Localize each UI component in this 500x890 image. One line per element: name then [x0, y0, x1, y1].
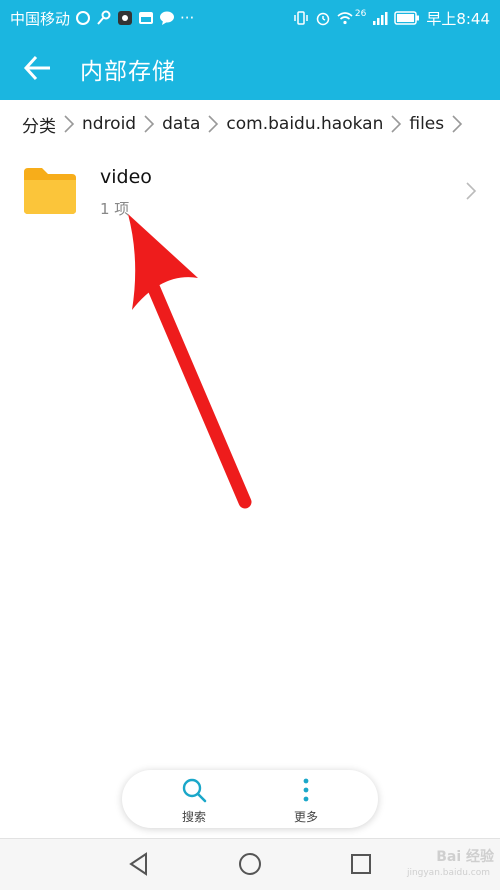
- more-label: 更多: [293, 810, 318, 824]
- more-button[interactable]: 更多: [266, 776, 346, 825]
- chevron-right-icon: [466, 182, 477, 200]
- more-notifications-icon: ···: [180, 9, 195, 27]
- chevron-right-icon: [144, 115, 155, 133]
- message-icon: [160, 11, 175, 25]
- gallery-notification-icon: [139, 12, 154, 24]
- search-button[interactable]: 搜索: [154, 776, 234, 825]
- nav-home-icon[interactable]: [237, 851, 263, 877]
- battery-icon: [394, 11, 420, 25]
- nav-back-icon[interactable]: [126, 851, 152, 877]
- breadcrumb-item-files[interactable]: files: [403, 114, 450, 134]
- network-type-label: 26: [354, 9, 367, 19]
- breadcrumb: 分类 ndroid data com.baidu.haokan files: [0, 100, 500, 148]
- search-label: 搜索: [181, 810, 206, 824]
- bottom-action-bar: 搜索 更多: [122, 770, 378, 828]
- status-right: 26 早上8:44: [293, 0, 490, 36]
- clock-time: 早上8:44: [426, 9, 490, 28]
- app-notification-icon: [118, 11, 133, 25]
- chevron-right-icon: [452, 115, 463, 133]
- wifi-icon: [337, 12, 353, 25]
- chevron-right-icon: [391, 115, 402, 133]
- notification-app-icon: [76, 11, 91, 25]
- alarm-icon: [316, 12, 330, 26]
- watermark-url: jingyan.baidu.com: [406, 868, 490, 878]
- breadcrumb-item-category[interactable]: 分类: [0, 112, 62, 137]
- page-title: 内部存储: [80, 59, 176, 85]
- chevron-right-icon: [64, 115, 75, 133]
- breadcrumb-item-data[interactable]: data: [156, 114, 206, 134]
- folder-icon: [24, 168, 76, 214]
- key-icon: [97, 10, 111, 25]
- more-vertical-icon: [303, 778, 309, 802]
- carrier-label: 中国移动: [10, 9, 71, 28]
- system-nav-bar: [0, 838, 500, 890]
- nav-recents-icon[interactable]: [348, 851, 374, 877]
- search-icon: [182, 778, 207, 803]
- watermark-logo: Bai 经验: [436, 849, 494, 865]
- breadcrumb-item-android[interactable]: ndroid: [76, 114, 142, 134]
- breadcrumb-item-package[interactable]: com.baidu.haokan: [220, 114, 389, 134]
- annotation-arrow: [128, 214, 252, 509]
- vibrate-icon: [294, 11, 308, 25]
- status-bar: 中国移动 ··· 26 早上8:44: [0, 0, 500, 36]
- title-bar: 内部存储: [0, 36, 500, 100]
- folder-name: video: [100, 166, 152, 188]
- status-left: 中国移动 ···: [10, 0, 194, 36]
- chevron-right-icon: [208, 115, 219, 133]
- signal-icon: [373, 12, 388, 25]
- back-arrow-icon[interactable]: [20, 50, 56, 86]
